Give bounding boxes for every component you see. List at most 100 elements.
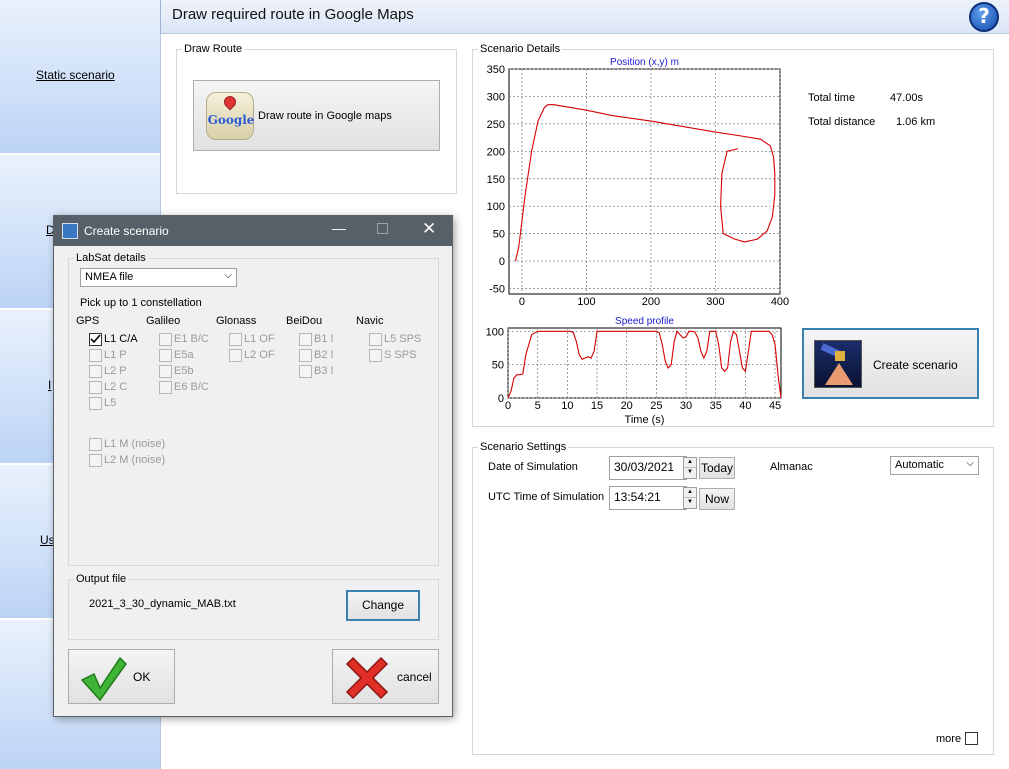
checkbox-gps-3 xyxy=(89,381,102,394)
cancel-button[interactable]: cancel xyxy=(332,649,439,704)
constellation-header-galileo: Galileo xyxy=(146,315,181,327)
checkbox-gps-0[interactable] xyxy=(89,333,102,346)
option-label-galileo-2: E5b xyxy=(174,365,194,377)
checkbox-beidou-2 xyxy=(299,365,312,378)
checkbox-gps-1 xyxy=(89,349,102,362)
noise-checkbox-l1m xyxy=(89,438,102,451)
position-chart-ytick-label: 350 xyxy=(487,64,505,76)
position-chart-xtick-label: 300 xyxy=(706,296,724,308)
utc-label: UTC Time of Simulation xyxy=(488,491,605,503)
position-chart: 0 100 200 300 400 -50 0 50 100 150 200 250 300 350 Pos… xyxy=(487,57,790,308)
draw-route-label: Draw Route xyxy=(182,43,245,55)
ok-button[interactable]: OK xyxy=(68,649,175,704)
checkbox-glonass-0 xyxy=(229,333,242,346)
create-scenario-label: Create scenario xyxy=(873,358,958,372)
date-label: Date of Simulation xyxy=(488,461,578,473)
option-label-glonass-0: L1 OF xyxy=(244,333,275,345)
constellation-header-glonass: Glonass xyxy=(216,315,257,327)
speed-chart-xtick-label: 10 xyxy=(561,400,573,412)
chevron-down-icon: ⌵ xyxy=(224,270,232,281)
speed-chart-xtick-label: 20 xyxy=(621,400,633,412)
constellation-header-navic: Navic xyxy=(356,315,384,327)
checkbox-navic-1 xyxy=(369,349,382,362)
speed-chart-xtick-label: 40 xyxy=(739,400,751,412)
check-icon xyxy=(90,334,101,344)
position-chart-ytick-label: 200 xyxy=(487,146,505,158)
speed-chart-xtick-label: 0 xyxy=(505,400,511,412)
almanac-label: Almanac xyxy=(770,461,813,473)
constellation-header-gps: GPS xyxy=(76,315,100,327)
option-label-gps-2: L2 P xyxy=(104,365,127,377)
sidebar-item-static-scenario[interactable]: Static scenario xyxy=(36,68,115,82)
header-bar: Draw required route in Google Maps ? xyxy=(160,0,1009,34)
minimize-icon[interactable]: — xyxy=(332,220,346,236)
change-button[interactable]: Change xyxy=(346,590,420,621)
noise-label-l1m: L1 M (noise) xyxy=(104,438,166,450)
google-maps-icon: Google xyxy=(206,92,254,140)
close-icon[interactable]: ✕ xyxy=(422,219,436,239)
option-label-gps-1: L1 P xyxy=(104,349,127,361)
page-title: Draw required route in Google Maps xyxy=(172,6,414,23)
sidebar-item-3[interactable]: I xyxy=(48,378,51,392)
option-label-glonass-1: L2 OF xyxy=(244,349,275,361)
speed-chart-xlabel: Time (s) xyxy=(625,414,665,426)
speed-chart-xtick-label: 30 xyxy=(680,400,692,412)
speed-chart-xtick-label: 25 xyxy=(650,400,662,412)
speed-chart-ytick-label: 100 xyxy=(486,326,504,338)
today-button[interactable]: Today xyxy=(699,457,735,479)
position-chart-xtick-label: 100 xyxy=(577,296,595,308)
checkbox-galileo-0 xyxy=(159,333,172,346)
checkbox-gps-4 xyxy=(89,397,102,410)
position-chart-ytick-label: 50 xyxy=(493,229,505,241)
help-question-icon[interactable]: ? xyxy=(969,2,999,32)
speed-chart-xtick-label: 45 xyxy=(769,400,781,412)
draw-route-button[interactable]: Google Draw route in Google maps xyxy=(193,80,440,151)
satellite-icon xyxy=(814,340,862,388)
speed-chart-xtick-label: 15 xyxy=(591,400,603,412)
more-checkbox[interactable] xyxy=(965,732,978,745)
file-type-select[interactable]: NMEA file ⌵ xyxy=(80,268,237,287)
position-chart-ytick-label: 100 xyxy=(487,201,505,213)
utc-time-field[interactable]: 13:54:21 xyxy=(609,486,687,510)
position-chart-ytick-label: 150 xyxy=(487,174,505,186)
almanac-select[interactable]: Automatic ⌵ xyxy=(890,456,979,475)
now-button[interactable]: Now xyxy=(699,488,735,510)
speed-chart-plot-area xyxy=(507,327,782,399)
sidebar-tab-static[interactable]: Static scenario xyxy=(0,0,160,153)
option-label-beidou-2: B3 I xyxy=(314,365,334,377)
noise-checkbox-l2m xyxy=(89,454,102,467)
date-field[interactable]: 30/03/2021 xyxy=(609,456,687,480)
checkbox-galileo-2 xyxy=(159,365,172,378)
position-chart-ytick-label: 0 xyxy=(499,256,505,268)
checkbox-gps-2 xyxy=(89,365,102,378)
red-x-icon xyxy=(345,656,389,700)
speed-chart: 0 5 10 15 20 25 30 35 40 45 0 50 100 Speed profile Tim… xyxy=(486,316,782,426)
position-chart-ytick-label: 250 xyxy=(487,119,505,131)
option-label-gps-4: L5 xyxy=(104,397,117,409)
option-label-beidou-1: B2 I xyxy=(314,349,334,361)
position-chart-ytick-label: -50 xyxy=(489,284,505,296)
create-scenario-button[interactable]: Create scenario xyxy=(802,328,979,399)
scenario-settings-label: Scenario Settings xyxy=(478,441,569,453)
option-label-navic-1: S SPS xyxy=(384,349,417,361)
create-scenario-dialog: Create scenario — ✕ LabSat details NMEA … xyxy=(53,215,453,717)
speed-chart-xtick-label: 35 xyxy=(710,400,722,412)
option-label-galileo-0: E1 B/C xyxy=(174,333,209,345)
cancel-label: cancel xyxy=(397,670,432,684)
checkbox-navic-0 xyxy=(369,333,382,346)
file-type-value: NMEA file xyxy=(85,271,134,283)
ok-label: OK xyxy=(133,670,151,684)
dialog-titlebar[interactable]: Create scenario — ✕ xyxy=(54,216,452,246)
checkbox-beidou-0 xyxy=(299,333,312,346)
maximize-icon xyxy=(377,223,388,234)
total-distance-value: 1.06 km xyxy=(896,116,936,128)
labsat-app-icon xyxy=(62,223,78,239)
option-label-gps-3: L2 C xyxy=(104,381,128,393)
option-label-gps-0: L1 C/A xyxy=(104,333,138,345)
green-check-icon xyxy=(80,656,127,702)
date-spinner[interactable]: ▲ ▼ xyxy=(683,457,697,479)
utc-spinner[interactable]: ▲ ▼ xyxy=(683,487,697,509)
checkbox-beidou-1 xyxy=(299,349,312,362)
noise-label-l2m: L2 M (noise) xyxy=(104,454,166,466)
checkbox-galileo-1 xyxy=(159,349,172,362)
